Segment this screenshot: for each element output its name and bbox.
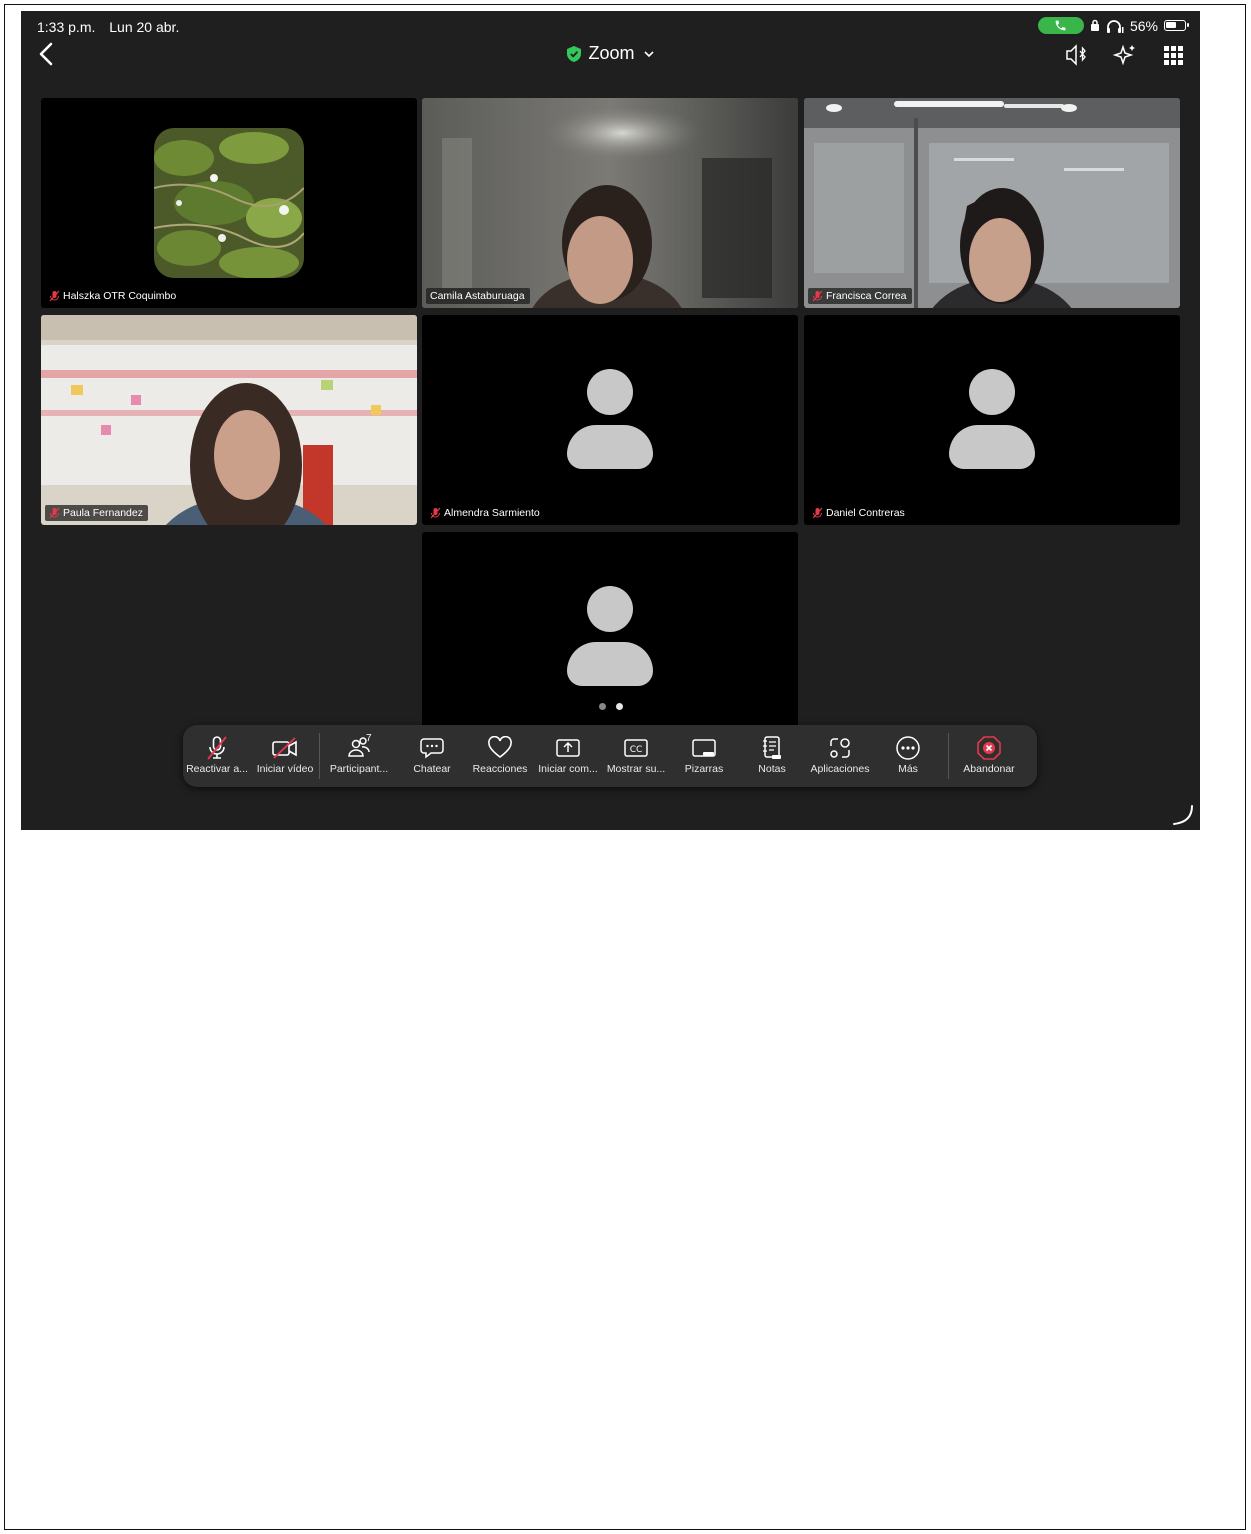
share-screen-label: Iniciar com... — [538, 763, 598, 775]
profile-image — [154, 128, 304, 278]
participant-name: Francisca Correa — [826, 290, 907, 302]
leave-meeting-button[interactable]: Abandonar — [949, 725, 1029, 787]
chat-bubble-icon — [420, 738, 444, 759]
muted-mic-icon — [430, 507, 441, 519]
muted-mic-icon — [812, 290, 823, 302]
participant-name-tag: Francisca Correa — [808, 288, 912, 304]
video-off-icon — [272, 737, 297, 759]
headphones-icon — [1106, 19, 1124, 33]
share-screen-button[interactable]: Iniciar com... — [534, 725, 602, 787]
whiteboards-label: Pizarras — [684, 763, 724, 775]
start-video-button[interactable]: Iniciar vídeo — [251, 725, 319, 787]
leave-hexagon-icon — [977, 736, 1001, 760]
battery-icon — [1164, 20, 1189, 31]
apps-icon — [830, 738, 850, 758]
participant-name: Halszka OTR Coquimbo — [63, 290, 177, 302]
video-tile-participant[interactable]: Halszka OTR Coquimbo — [41, 98, 417, 308]
participant-name-tag: Daniel Contreras — [808, 505, 910, 521]
avatar-head — [587, 586, 633, 632]
resize-corner-icon[interactable] — [1172, 804, 1194, 826]
phone-icon — [1056, 20, 1066, 31]
notebook-icon — [763, 736, 781, 759]
video-tile-participant[interactable]: Francisca Correa — [804, 98, 1180, 308]
reactions-label: Reacciones — [472, 763, 528, 775]
status-bar-left: 1:33 p.m. Lun 20 abr. — [37, 19, 189, 35]
captions-label: Mostrar su... — [606, 763, 666, 775]
participant-name-tag: Paula Fernandez — [45, 505, 148, 521]
video-tile-self[interactable] — [422, 532, 798, 732]
chevron-down-icon — [643, 50, 654, 57]
avatar-body — [949, 425, 1035, 469]
shield-check-icon — [566, 45, 581, 62]
battery-percent: 56% — [1129, 17, 1158, 34]
status-time: 1:33 p.m. — [37, 19, 96, 35]
chat-button[interactable]: Chatear — [398, 725, 466, 787]
mic-muted-icon — [207, 736, 227, 760]
unmute-button[interactable]: Reactivar a... — [183, 725, 251, 787]
chat-label: Chatear — [413, 763, 451, 775]
muted-mic-icon — [49, 507, 60, 519]
participants-button[interactable]: 7 Participant... — [320, 725, 398, 787]
muted-mic-icon — [812, 507, 823, 519]
leave-label: Abandonar — [963, 763, 1015, 775]
grid-view-icon[interactable] — [1160, 43, 1186, 67]
camera-feed — [804, 98, 1180, 308]
notes-label: Notas — [758, 763, 786, 775]
camera-feed — [422, 98, 798, 308]
participants-label: Participant... — [329, 763, 389, 775]
participant-name: Almendra Sarmiento — [444, 507, 540, 519]
meeting-title-dropdown[interactable]: Zoom — [566, 43, 654, 64]
start-video-label: Iniciar vídeo — [256, 763, 314, 775]
whiteboard-icon — [692, 739, 716, 757]
active-call-pill[interactable] — [1037, 17, 1084, 34]
page-dot-current[interactable] — [616, 703, 623, 710]
video-tile-participant[interactable]: Daniel Contreras — [804, 315, 1180, 525]
ai-sparkle-icon[interactable] — [1112, 43, 1138, 67]
camera-feed — [41, 315, 417, 525]
notes-button[interactable]: Notas — [738, 725, 806, 787]
meeting-title: Zoom — [588, 43, 635, 63]
meeting-toolbar: Reactivar a... Iniciar vídeo 7 Participa… — [183, 725, 1037, 787]
heart-icon — [488, 736, 512, 759]
speaker-bluetooth-icon[interactable] — [1064, 43, 1090, 67]
participants-count-badge: 7 — [366, 733, 372, 744]
reactions-button[interactable]: Reacciones — [466, 725, 534, 787]
avatar-body — [567, 425, 653, 469]
video-tile-participant[interactable]: Paula Fernandez — [41, 315, 417, 525]
participant-name-tag: Camila Astaburuaga — [426, 288, 530, 304]
more-dots-icon — [896, 736, 920, 760]
avatar-head — [587, 369, 633, 415]
participant-name-tag: Almendra Sarmiento — [426, 505, 545, 521]
more-label: Más — [898, 763, 918, 775]
status-date: Lun 20 abr. — [109, 19, 180, 35]
avatar-body — [567, 642, 653, 686]
page-dot[interactable] — [599, 703, 606, 710]
page-indicator[interactable] — [599, 703, 623, 710]
apps-button[interactable]: Aplicaciones — [806, 725, 874, 787]
closed-captions-icon: CC — [624, 739, 648, 757]
whiteboards-button[interactable]: Pizarras — [670, 725, 738, 787]
participant-name: Daniel Contreras — [826, 507, 905, 519]
apps-label: Aplicaciones — [810, 763, 870, 775]
muted-mic-icon — [49, 290, 60, 302]
lock-orientation-icon — [1090, 19, 1099, 31]
participant-name: Camila Astaburuaga — [430, 290, 525, 302]
video-tile-participant[interactable]: Almendra Sarmiento — [422, 315, 798, 525]
captions-button[interactable]: CC Mostrar su... — [602, 725, 670, 787]
unmute-label: Reactivar a... — [186, 763, 248, 775]
share-upload-icon — [556, 739, 580, 757]
svg-text:CC: CC — [630, 745, 643, 755]
status-bar-right: 56% — [1037, 17, 1189, 34]
video-tile-active-speaker[interactable]: Camila Astaburuaga — [422, 98, 798, 308]
participant-name-tag: Halszka OTR Coquimbo — [45, 288, 181, 304]
battery-fill — [1166, 22, 1176, 28]
back-chevron-icon[interactable] — [35, 41, 59, 67]
more-button[interactable]: Más — [874, 725, 942, 787]
avatar-head — [969, 369, 1015, 415]
zoom-meeting-window: 1:33 p.m. Lun 20 abr. 56% Zoom Halszka O… — [21, 11, 1200, 830]
participant-name: Paula Fernandez — [63, 507, 143, 519]
